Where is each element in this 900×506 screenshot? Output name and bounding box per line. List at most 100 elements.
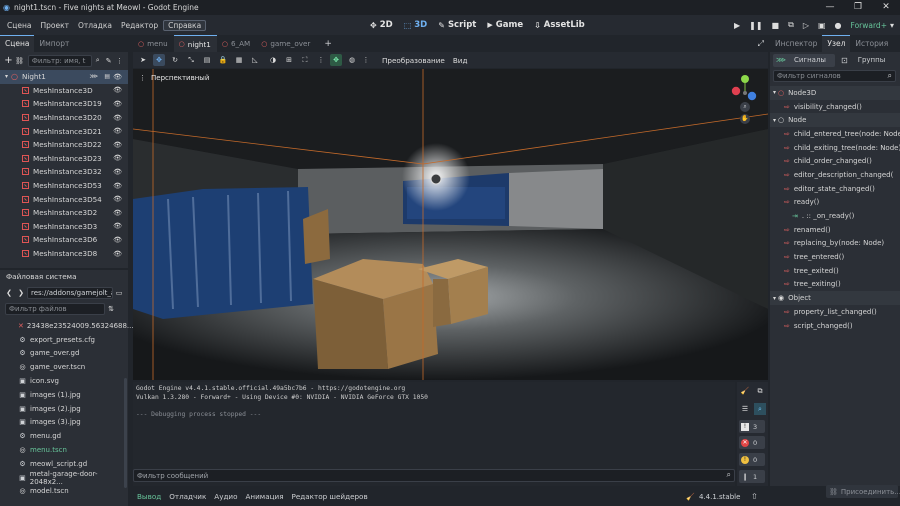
collapse-icon[interactable]: ▾: [773, 89, 776, 96]
sort-icon[interactable]: ⇅: [105, 303, 117, 315]
message-filter-input[interactable]: Фильтр сообщений: [133, 469, 735, 482]
info-count[interactable]: ❙ 1: [739, 470, 765, 483]
add-scene-tab-icon[interactable]: +: [324, 39, 332, 49]
signal-item[interactable]: ⇨ child_exiting_tree(node: Node): [770, 141, 900, 155]
visibility-icon[interactable]: 👁: [113, 154, 122, 162]
sun-toggle-icon[interactable]: ⋮: [315, 54, 327, 66]
more-icon[interactable]: ⋮: [114, 55, 125, 67]
move-mode-icon[interactable]: ✥: [153, 54, 165, 66]
signal-item[interactable]: ⇨ visibility_changed(): [770, 100, 900, 114]
tree-node[interactable]: MeshInstance3D6 👁: [0, 233, 128, 247]
link-icon[interactable]: ⛓: [14, 55, 25, 67]
3d-viewport[interactable]: ⋮ Перспективный ⌕ ✋: [133, 69, 768, 380]
file-item[interactable]: ✕ 23438e23524009.56324688...: [0, 319, 134, 333]
main-assetlib-button[interactable]: ⇩ AssetLib: [534, 20, 585, 30]
tree-node[interactable]: MeshInstance3D53 👁: [0, 179, 128, 193]
signal-item[interactable]: ⇨ script_changed(): [770, 319, 900, 333]
main-game-button[interactable]: ▶ Game: [487, 20, 523, 30]
visibility-icon[interactable]: 👁: [113, 168, 122, 176]
visibility-icon[interactable]: 👁: [113, 195, 122, 203]
menu-scene[interactable]: Сцена: [3, 21, 35, 30]
class-header[interactable]: ▾ ○ Node3D: [770, 86, 900, 100]
file-item[interactable]: ◎ menu.tscn: [0, 443, 128, 457]
menu-debug[interactable]: Отладка: [74, 21, 116, 30]
maximize-button[interactable]: ❐: [844, 0, 872, 15]
visibility-icon[interactable]: 👁: [113, 236, 122, 244]
script-icon[interactable]: ▤: [104, 73, 110, 80]
visibility-icon[interactable]: 👁: [113, 73, 122, 81]
scene-filter-input[interactable]: Фильтр: имя, t: [27, 54, 93, 67]
group-icon[interactable]: ▦: [233, 54, 245, 66]
file-item[interactable]: ⚙ menu.gd: [0, 429, 128, 443]
list-select-icon[interactable]: ▤: [201, 54, 213, 66]
tab-output[interactable]: Вывод: [137, 492, 161, 501]
collapse-icon[interactable]: ▾: [773, 295, 776, 302]
ruler-icon[interactable]: ◺: [249, 54, 261, 66]
file-item[interactable]: ▣ images (2).jpg: [0, 402, 128, 416]
tab-signals[interactable]: ⋙ Сигналы: [773, 53, 835, 67]
tab-shader-editor[interactable]: Редактор шейдеров: [292, 492, 368, 501]
visibility-icon[interactable]: 👁: [113, 182, 122, 190]
signal-item[interactable]: ⇨ ready(): [770, 196, 900, 210]
class-header[interactable]: ▾ ◉ Object: [770, 291, 900, 305]
visibility-icon[interactable]: 👁: [113, 209, 122, 217]
panel-toggle-icon[interactable]: ⇧: [751, 492, 758, 501]
file-item[interactable]: ⚙ export_presets.cfg: [0, 333, 128, 347]
visibility-icon[interactable]: 👁: [113, 86, 122, 94]
perspective-menu[interactable]: ⋮ Перспективный: [139, 74, 209, 82]
fs-filter-input[interactable]: Фильтр файлов: [5, 303, 105, 315]
search-toggle-icon[interactable]: ⌕: [754, 403, 766, 415]
signal-item[interactable]: ⇨ child_entered_tree(node: Node): [770, 127, 900, 141]
signal-item[interactable]: ⇨ tree_entered(): [770, 250, 900, 264]
tree-node[interactable]: MeshInstance3D20 👁: [0, 111, 128, 125]
signal-item[interactable]: ⇨ property_list_changed(): [770, 305, 900, 319]
file-item[interactable]: ⚙ game_over.gd: [0, 347, 128, 361]
select-mode-icon[interactable]: ➤: [137, 54, 149, 66]
viewport-menu-icon[interactable]: ⋮: [139, 74, 146, 82]
signal-connection[interactable]: ⇥. :: _on_ready(): [770, 209, 900, 223]
close-button[interactable]: ✕: [872, 0, 900, 15]
tree-node[interactable]: MeshInstance3D19 👁: [0, 97, 128, 111]
copy-icon[interactable]: ⧉: [754, 385, 766, 397]
file-item[interactable]: ▣ metal-garage-door-2048x2...: [0, 470, 128, 486]
version-label[interactable]: 4.4.1.stable: [699, 493, 740, 501]
class-header[interactable]: ▾ ○ Node: [770, 113, 900, 128]
gizmo-toggle-icon[interactable]: ✥: [330, 54, 342, 66]
tab-import[interactable]: Импорт: [34, 37, 74, 51]
distraction-free-icon[interactable]: ⤢: [758, 39, 764, 49]
collapse-icon[interactable]: ▾: [5, 73, 8, 80]
tree-node[interactable]: MeshInstance3D54 👁: [0, 192, 128, 206]
preview-menu-icon[interactable]: ⋮: [360, 54, 372, 66]
tree-node[interactable]: MeshInstance3D23 👁: [0, 152, 128, 166]
visibility-icon[interactable]: 👁: [113, 100, 122, 108]
remote-debug-icon[interactable]: ⧉: [788, 20, 794, 30]
tree-node[interactable]: MeshInstance3D22 👁: [0, 138, 128, 152]
wrap-toggle-icon[interactable]: ☰: [739, 403, 751, 415]
file-item[interactable]: ▣ icon.svg: [0, 374, 128, 388]
tree-node[interactable]: MeshInstance3D 👁: [0, 84, 128, 98]
tree-node[interactable]: MeshInstance3D2 👁: [0, 206, 128, 220]
tab-groups[interactable]: Группы: [858, 56, 886, 64]
main-script-button[interactable]: ✎ Script: [438, 20, 476, 30]
file-item[interactable]: ◎ game_over.tscn: [0, 360, 128, 374]
camera-icon[interactable]: ⛶: [299, 54, 311, 66]
visibility-icon[interactable]: 👁: [113, 127, 122, 135]
errors-count[interactable]: ✕ 0: [739, 436, 765, 449]
collapse-icon[interactable]: ▾: [773, 117, 776, 124]
play-scene-icon[interactable]: ▷: [803, 21, 809, 30]
visibility-icon[interactable]: 👁: [113, 141, 122, 149]
signal-icon[interactable]: ⋙: [89, 73, 98, 80]
tab-animation[interactable]: Анимация: [246, 492, 284, 501]
forward-icon[interactable]: ❯: [15, 287, 27, 299]
menu-editor[interactable]: Редактор: [117, 21, 162, 30]
tab-debugger[interactable]: Отладчик: [169, 492, 206, 501]
visibility-icon[interactable]: 👁: [113, 250, 122, 258]
scene-tab[interactable]: ○ menu: [133, 35, 174, 52]
scene-tab[interactable]: ○ 6_AM: [217, 35, 256, 52]
rotate-mode-icon[interactable]: ↻: [169, 54, 181, 66]
tab-history[interactable]: История: [850, 37, 893, 51]
movie-icon[interactable]: ●: [835, 21, 842, 30]
warnings-count[interactable]: ! 0: [739, 453, 765, 466]
menu-help[interactable]: Справка: [163, 19, 207, 31]
fs-path-input[interactable]: res://addons/gamejolt_api: [27, 286, 113, 299]
